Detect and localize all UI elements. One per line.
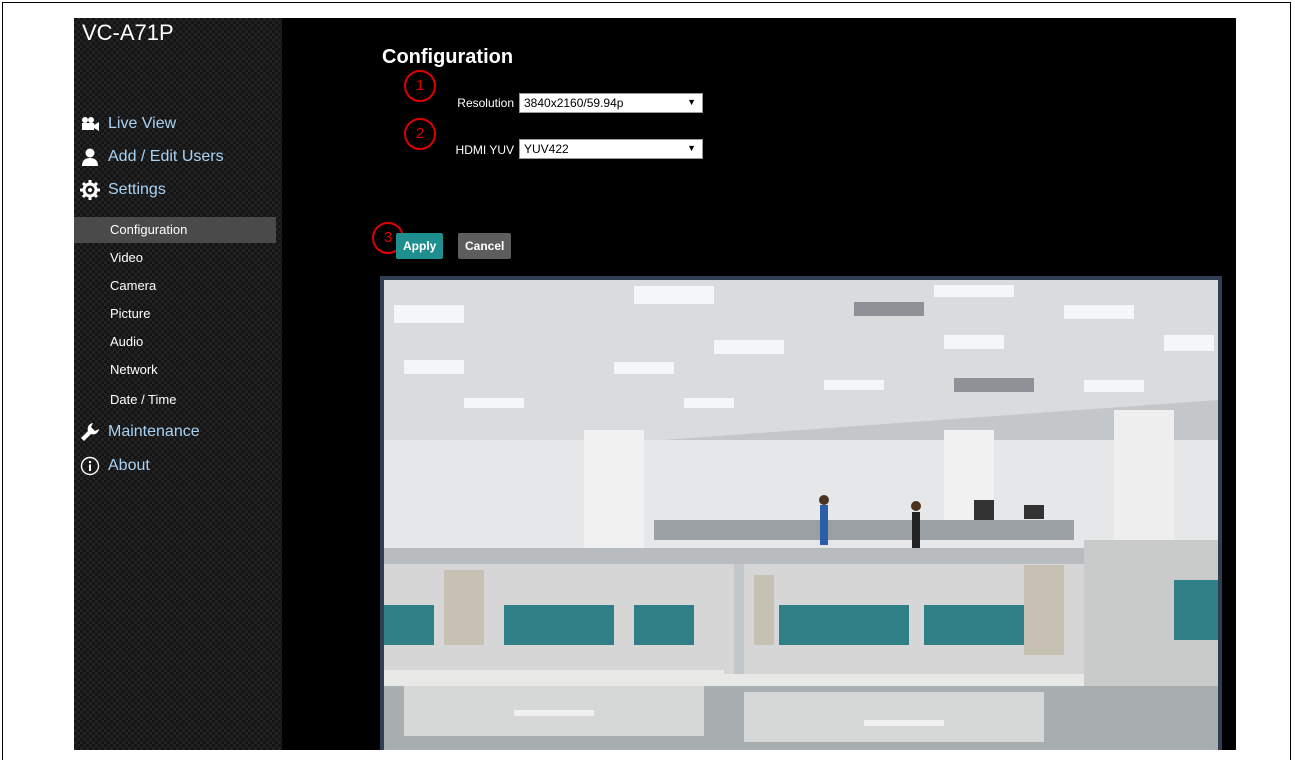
user-icon — [80, 147, 100, 167]
resolution-select[interactable]: 3840x2160/59.94p ▼ — [519, 93, 703, 113]
sidebar-item-picture[interactable]: Picture — [74, 301, 276, 327]
resolution-label: Resolution — [457, 96, 514, 110]
sidebar-item-configuration[interactable]: Configuration — [74, 217, 276, 243]
nav-live-view[interactable]: Live View — [80, 112, 176, 136]
nav-settings[interactable]: Settings — [80, 178, 166, 202]
live-preview — [380, 276, 1222, 750]
sidebar: VC-A71P Live View Add / Edit Users Setti… — [74, 18, 282, 750]
sidebar-item-video[interactable]: Video — [74, 245, 276, 271]
nav-settings-label: Settings — [108, 181, 166, 198]
hdmi-yuv-select-value: YUV422 — [524, 142, 569, 156]
nav-maintenance[interactable]: Maintenance — [80, 420, 200, 444]
nav-about-label: About — [108, 457, 150, 474]
office-scene-image — [384, 280, 1218, 750]
resolution-select-value: 3840x2160/59.94p — [524, 96, 624, 110]
apply-button[interactable]: Apply — [396, 233, 444, 259]
sidebar-item-audio[interactable]: Audio — [74, 329, 276, 355]
app-title: VC-A71P — [82, 20, 174, 45]
page-title: Configuration — [382, 46, 514, 68]
sidebar-item-camera[interactable]: Camera — [74, 273, 276, 299]
sidebar-item-date-time[interactable]: Date / Time — [74, 387, 276, 413]
video-camera-icon — [80, 114, 100, 134]
cancel-button[interactable]: Cancel — [458, 233, 512, 259]
hdmi-yuv-label: HDMI YUV — [455, 143, 514, 157]
app-window: VC-A71P Live View Add / Edit Users Setti… — [74, 18, 1236, 750]
nav-maintenance-label: Maintenance — [108, 423, 200, 440]
hdmi-yuv-select[interactable]: YUV422 ▼ — [519, 139, 703, 159]
nav-live-view-label: Live View — [108, 115, 177, 132]
info-icon — [80, 456, 100, 476]
chevron-down-icon: ▼ — [687, 97, 696, 107]
nav-about[interactable]: About — [80, 454, 150, 478]
nav-add-edit-users-label: Add / Edit Users — [108, 148, 224, 165]
sidebar-item-network[interactable]: Network — [74, 357, 276, 383]
nav-add-edit-users[interactable]: Add / Edit Users — [80, 145, 224, 169]
chevron-down-icon: ▼ — [687, 143, 696, 153]
wrench-icon — [80, 422, 100, 442]
gear-icon — [80, 180, 100, 200]
